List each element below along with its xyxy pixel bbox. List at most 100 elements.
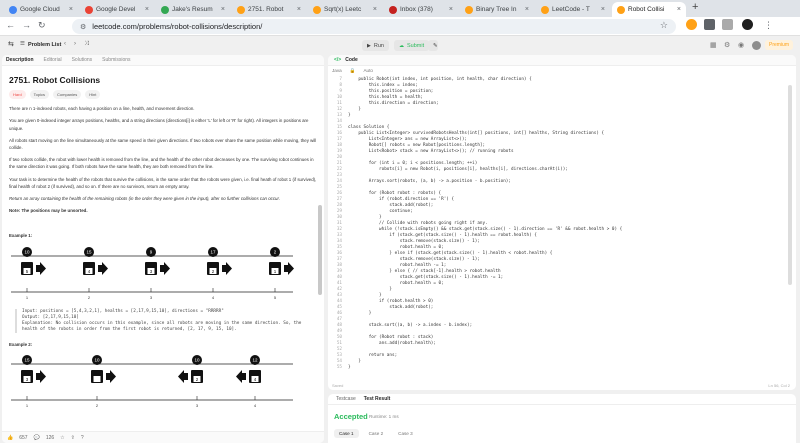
robot-screen xyxy=(93,376,101,383)
browser-tab[interactable]: Sqrt(x) Leetc × xyxy=(308,2,382,17)
new-tab-icon[interactable]: + xyxy=(692,1,698,13)
layout-icon[interactable]: ▦ xyxy=(710,41,717,49)
arrow-right-icon xyxy=(98,261,108,275)
tab-solutions[interactable]: Solutions xyxy=(72,57,93,63)
code-line: Arrays.sort(robots, (a, b) -> a.position… xyxy=(348,179,511,184)
problem-list-link[interactable]: Problem List xyxy=(28,42,61,48)
tab-close-icon[interactable]: × xyxy=(525,6,529,13)
tab-close-icon[interactable]: × xyxy=(145,6,149,13)
tab-title: Google Cloud xyxy=(20,6,60,13)
prev-problem-icon[interactable]: ‹ xyxy=(64,41,66,47)
tab-close-icon[interactable]: × xyxy=(449,6,453,13)
reload-icon[interactable]: ↻ xyxy=(38,20,46,31)
health-label: 12 xyxy=(252,358,258,363)
sidepanel-icon[interactable] xyxy=(722,19,733,30)
run-button[interactable]: ▶ Run xyxy=(362,40,389,51)
menu-dots-icon[interactable]: ⋮ xyxy=(764,20,773,31)
position-label: 1 xyxy=(26,403,29,408)
example-1-heading: Example 1: xyxy=(9,233,33,239)
tab-close-icon[interactable]: × xyxy=(221,6,225,13)
bookmark-star-icon[interactable]: ☆ xyxy=(660,20,668,31)
leetcode-logo-icon[interactable]: ⇆ xyxy=(8,40,14,48)
desc-paragraph: Return an array containing the health of… xyxy=(9,196,280,202)
tab-test-result[interactable]: Test Result xyxy=(364,396,391,402)
tab-description[interactable]: Description xyxy=(6,57,34,63)
browser-tab[interactable]: Google Cloud × xyxy=(4,2,78,17)
tab-close-icon[interactable]: × xyxy=(373,6,377,13)
tab-testcase[interactable]: Testcase xyxy=(336,396,356,402)
browser-tab[interactable]: Robot Collisi × xyxy=(612,2,686,17)
tab-title: Robot Collisi xyxy=(628,6,665,13)
description-footer: 👍 657 💬 126 ☆ ⇪ ? xyxy=(2,431,324,443)
hint-badge[interactable]: Hint xyxy=(85,90,101,100)
arrow-right-icon xyxy=(36,370,46,384)
tab-close-icon[interactable]: × xyxy=(601,6,605,13)
tab-close-icon[interactable]: × xyxy=(69,6,73,13)
like-icon[interactable]: 👍 xyxy=(7,435,13,441)
debug-icon[interactable]: ✎ xyxy=(428,40,438,51)
settings-gear-icon[interactable]: ⚙ xyxy=(724,41,730,49)
browser-tab[interactable]: Google Devel × xyxy=(80,2,154,17)
puzzle-extension-icon[interactable] xyxy=(704,19,715,30)
address-bar-row: ← → ↻ ⚙ leetcode.com/problems/robot-coll… xyxy=(0,17,800,36)
case-2-tab[interactable]: Case 2 xyxy=(364,429,389,438)
tab-close-icon[interactable]: × xyxy=(677,6,681,13)
description-tabs: Description Editorial Solutions Submissi… xyxy=(2,55,324,66)
tab-title: Sqrt(x) Leetc xyxy=(324,6,362,13)
browser-tab-bar: Google Cloud × Google Devel × Jake's Resum × 2… xyxy=(0,0,800,17)
submit-button[interactable]: ☁ Submit xyxy=(394,40,430,51)
shuffle-icon[interactable]: ⤨ xyxy=(84,41,89,48)
code-title: Code xyxy=(345,57,358,63)
tab-submissions[interactable]: Submissions xyxy=(102,57,130,63)
next-problem-icon[interactable]: › xyxy=(74,41,76,47)
site-info-icon[interactable]: ⚙ xyxy=(80,23,86,31)
problem-list-icon: ☰ xyxy=(20,41,25,47)
example-1-diagram: 105115429331724215 xyxy=(11,246,294,300)
health-label: 10 xyxy=(24,249,30,254)
code-line: stack.sort((a, b) -> a.index - b.index); xyxy=(348,323,473,328)
tab-close-icon[interactable]: × xyxy=(297,6,301,13)
problem-title: 2751. Robot Collisions xyxy=(9,75,101,85)
desc-paragraph: All robots start moving on the line simu… xyxy=(9,137,317,151)
code-editor[interactable]: 7 public Robot(int index, int position, … xyxy=(328,77,796,380)
accepted-status: Accepted xyxy=(334,412,368,421)
profile-avatar[interactable] xyxy=(742,19,753,30)
url-bar[interactable]: ⚙ leetcode.com/problems/robot-collisions… xyxy=(72,19,676,34)
case-3-tab[interactable]: Case 3 xyxy=(393,429,418,438)
companies-badge[interactable]: Companies xyxy=(53,90,82,100)
browser-tab[interactable]: 2751. Robot × xyxy=(232,2,306,17)
code-line: } xyxy=(348,365,351,370)
browser-tab[interactable]: Binary Tree In × xyxy=(460,2,534,17)
runtime-label: Runtime: 1 ms xyxy=(369,414,399,419)
position-label: 2 xyxy=(96,403,99,408)
description-scrollbar[interactable] xyxy=(318,205,322,295)
topics-badge[interactable]: Topics xyxy=(29,90,50,100)
auto-mode[interactable]: Auto xyxy=(363,68,372,73)
arrow-right-icon xyxy=(36,261,46,275)
help-icon[interactable]: ? xyxy=(81,435,84,441)
editor-scrollbar[interactable] xyxy=(788,85,792,285)
code-line: ans.add(robot.health); xyxy=(348,341,436,346)
star-icon[interactable]: ☆ xyxy=(60,435,64,441)
browser-tab[interactable]: LeetCode - T × xyxy=(536,2,610,17)
premium-button[interactable]: Premium xyxy=(765,40,794,50)
arrow-right-icon xyxy=(106,370,116,384)
desc-paragraph: You are given 0-indexed integer arrays p… xyxy=(9,118,309,131)
share-icon[interactable]: ⇪ xyxy=(71,435,75,441)
description-pane: Description Editorial Solutions Submissi… xyxy=(2,55,324,443)
comment-icon[interactable]: 💬 xyxy=(34,435,40,441)
tab-editorial[interactable]: Editorial xyxy=(44,57,62,63)
leetcode-extension-icon[interactable] xyxy=(686,19,697,30)
position-label: 3 xyxy=(196,403,199,408)
notification-icon[interactable]: ◉ xyxy=(738,41,744,49)
upload-icon: ☁ xyxy=(399,42,404,49)
browser-tab[interactable]: Jake's Resum × xyxy=(156,2,230,17)
tab-title: Inbox (378) xyxy=(400,6,433,13)
browser-tab[interactable]: Inbox (378) × xyxy=(384,2,458,17)
problem-description: 2751. Robot Collisions Hard Topics Compa… xyxy=(2,66,324,420)
back-icon[interactable]: ← xyxy=(6,20,15,30)
language-select[interactable]: Java xyxy=(332,68,342,73)
user-avatar[interactable] xyxy=(752,41,761,50)
case-1-tab[interactable]: Case 1 xyxy=(334,429,359,438)
forward-icon[interactable]: → xyxy=(22,20,31,30)
